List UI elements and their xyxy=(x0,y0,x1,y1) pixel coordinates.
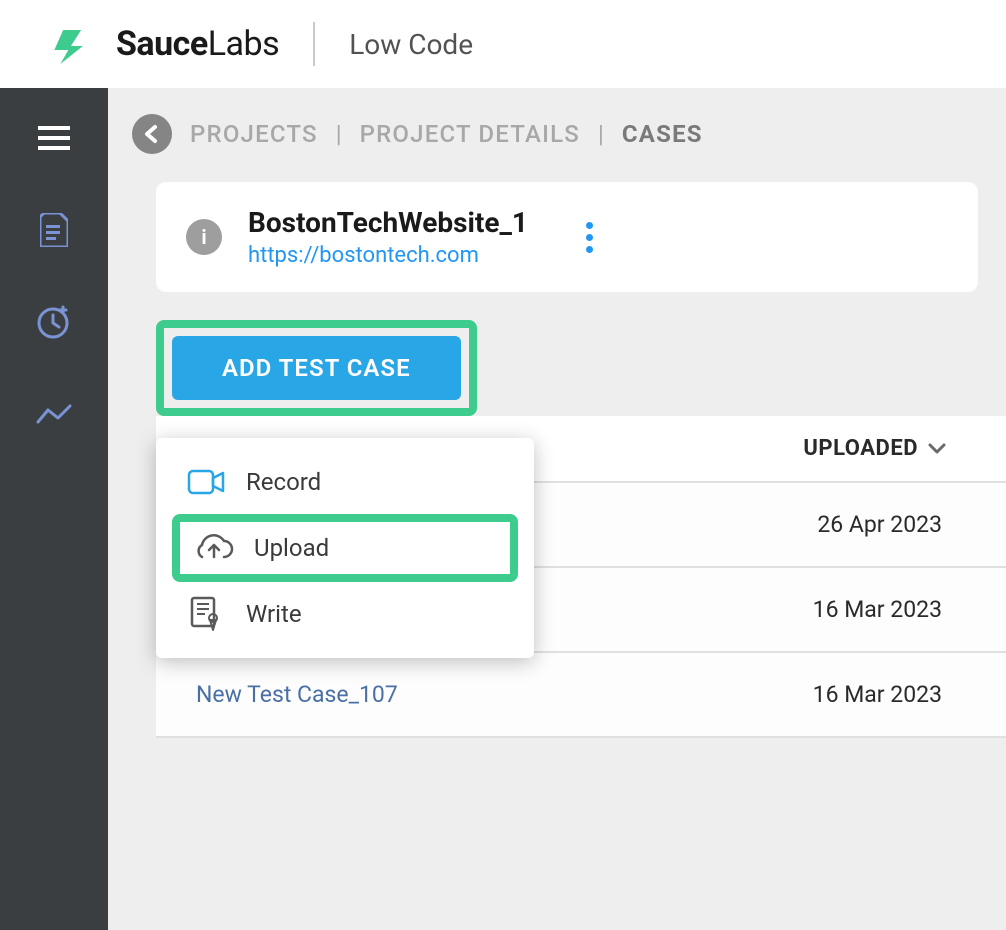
breadcrumb-separator: | xyxy=(336,120,342,148)
project-name: BostonTechWebsite_1 xyxy=(248,206,528,239)
saucelabs-logo-icon xyxy=(52,24,102,64)
project-url[interactable]: https://bostontech.com xyxy=(248,243,528,268)
breadcrumb-project-details[interactable]: PROJECT DETAILS xyxy=(360,120,580,148)
breadcrumb-cases[interactable]: CASES xyxy=(622,120,703,148)
write-icon xyxy=(186,596,226,632)
dropdown-label: Upload xyxy=(254,534,329,562)
dropdown-item-write[interactable]: Write xyxy=(156,582,534,646)
project-menu-kebab[interactable] xyxy=(578,214,601,261)
add-test-case-button[interactable]: ADD TEST CASE xyxy=(172,336,461,400)
chevron-down-icon xyxy=(928,443,946,455)
brand-name: SauceLabs xyxy=(116,24,279,64)
sidebar-menu-toggle[interactable] xyxy=(36,120,72,156)
table-row[interactable]: New Test Case_107 16 Mar 2023 xyxy=(156,653,1006,738)
header-divider xyxy=(313,22,315,66)
project-info-card: i BostonTechWebsite_1 https://bostontech… xyxy=(156,182,978,292)
row-date: 16 Mar 2023 xyxy=(813,681,942,708)
logo[interactable]: SauceLabs xyxy=(52,24,279,64)
row-name[interactable]: New Test Case_107 xyxy=(196,681,398,708)
sidebar-item-analytics[interactable] xyxy=(36,396,72,432)
sidebar-item-document[interactable] xyxy=(36,212,72,248)
app-header: SauceLabs Low Code xyxy=(0,0,1006,88)
back-button[interactable] xyxy=(132,114,172,154)
header-subtitle: Low Code xyxy=(349,28,473,61)
camera-icon xyxy=(186,464,226,500)
add-test-case-dropdown: Record Upload xyxy=(156,438,534,658)
info-icon[interactable]: i xyxy=(186,219,222,255)
sidebar-item-schedule[interactable] xyxy=(36,304,72,340)
breadcrumb-separator: | xyxy=(598,120,604,148)
breadcrumb-projects[interactable]: PROJECTS xyxy=(190,120,318,148)
breadcrumb: PROJECTS | PROJECT DETAILS | CASES xyxy=(108,114,1006,154)
column-header-uploaded[interactable]: UPLOADED xyxy=(803,436,946,461)
main-content: PROJECTS | PROJECT DETAILS | CASES i Bos… xyxy=(108,88,1006,930)
row-date: 26 Apr 2023 xyxy=(817,511,942,538)
sidebar xyxy=(0,88,108,930)
dropdown-item-record[interactable]: Record xyxy=(156,450,534,514)
row-date: 16 Mar 2023 xyxy=(813,596,942,623)
dropdown-label: Record xyxy=(246,468,321,496)
cloud-upload-icon xyxy=(194,530,234,566)
dropdown-label: Write xyxy=(246,600,302,628)
dropdown-item-upload[interactable]: Upload xyxy=(172,514,518,582)
highlight-add-test-case: ADD TEST CASE xyxy=(156,320,477,416)
